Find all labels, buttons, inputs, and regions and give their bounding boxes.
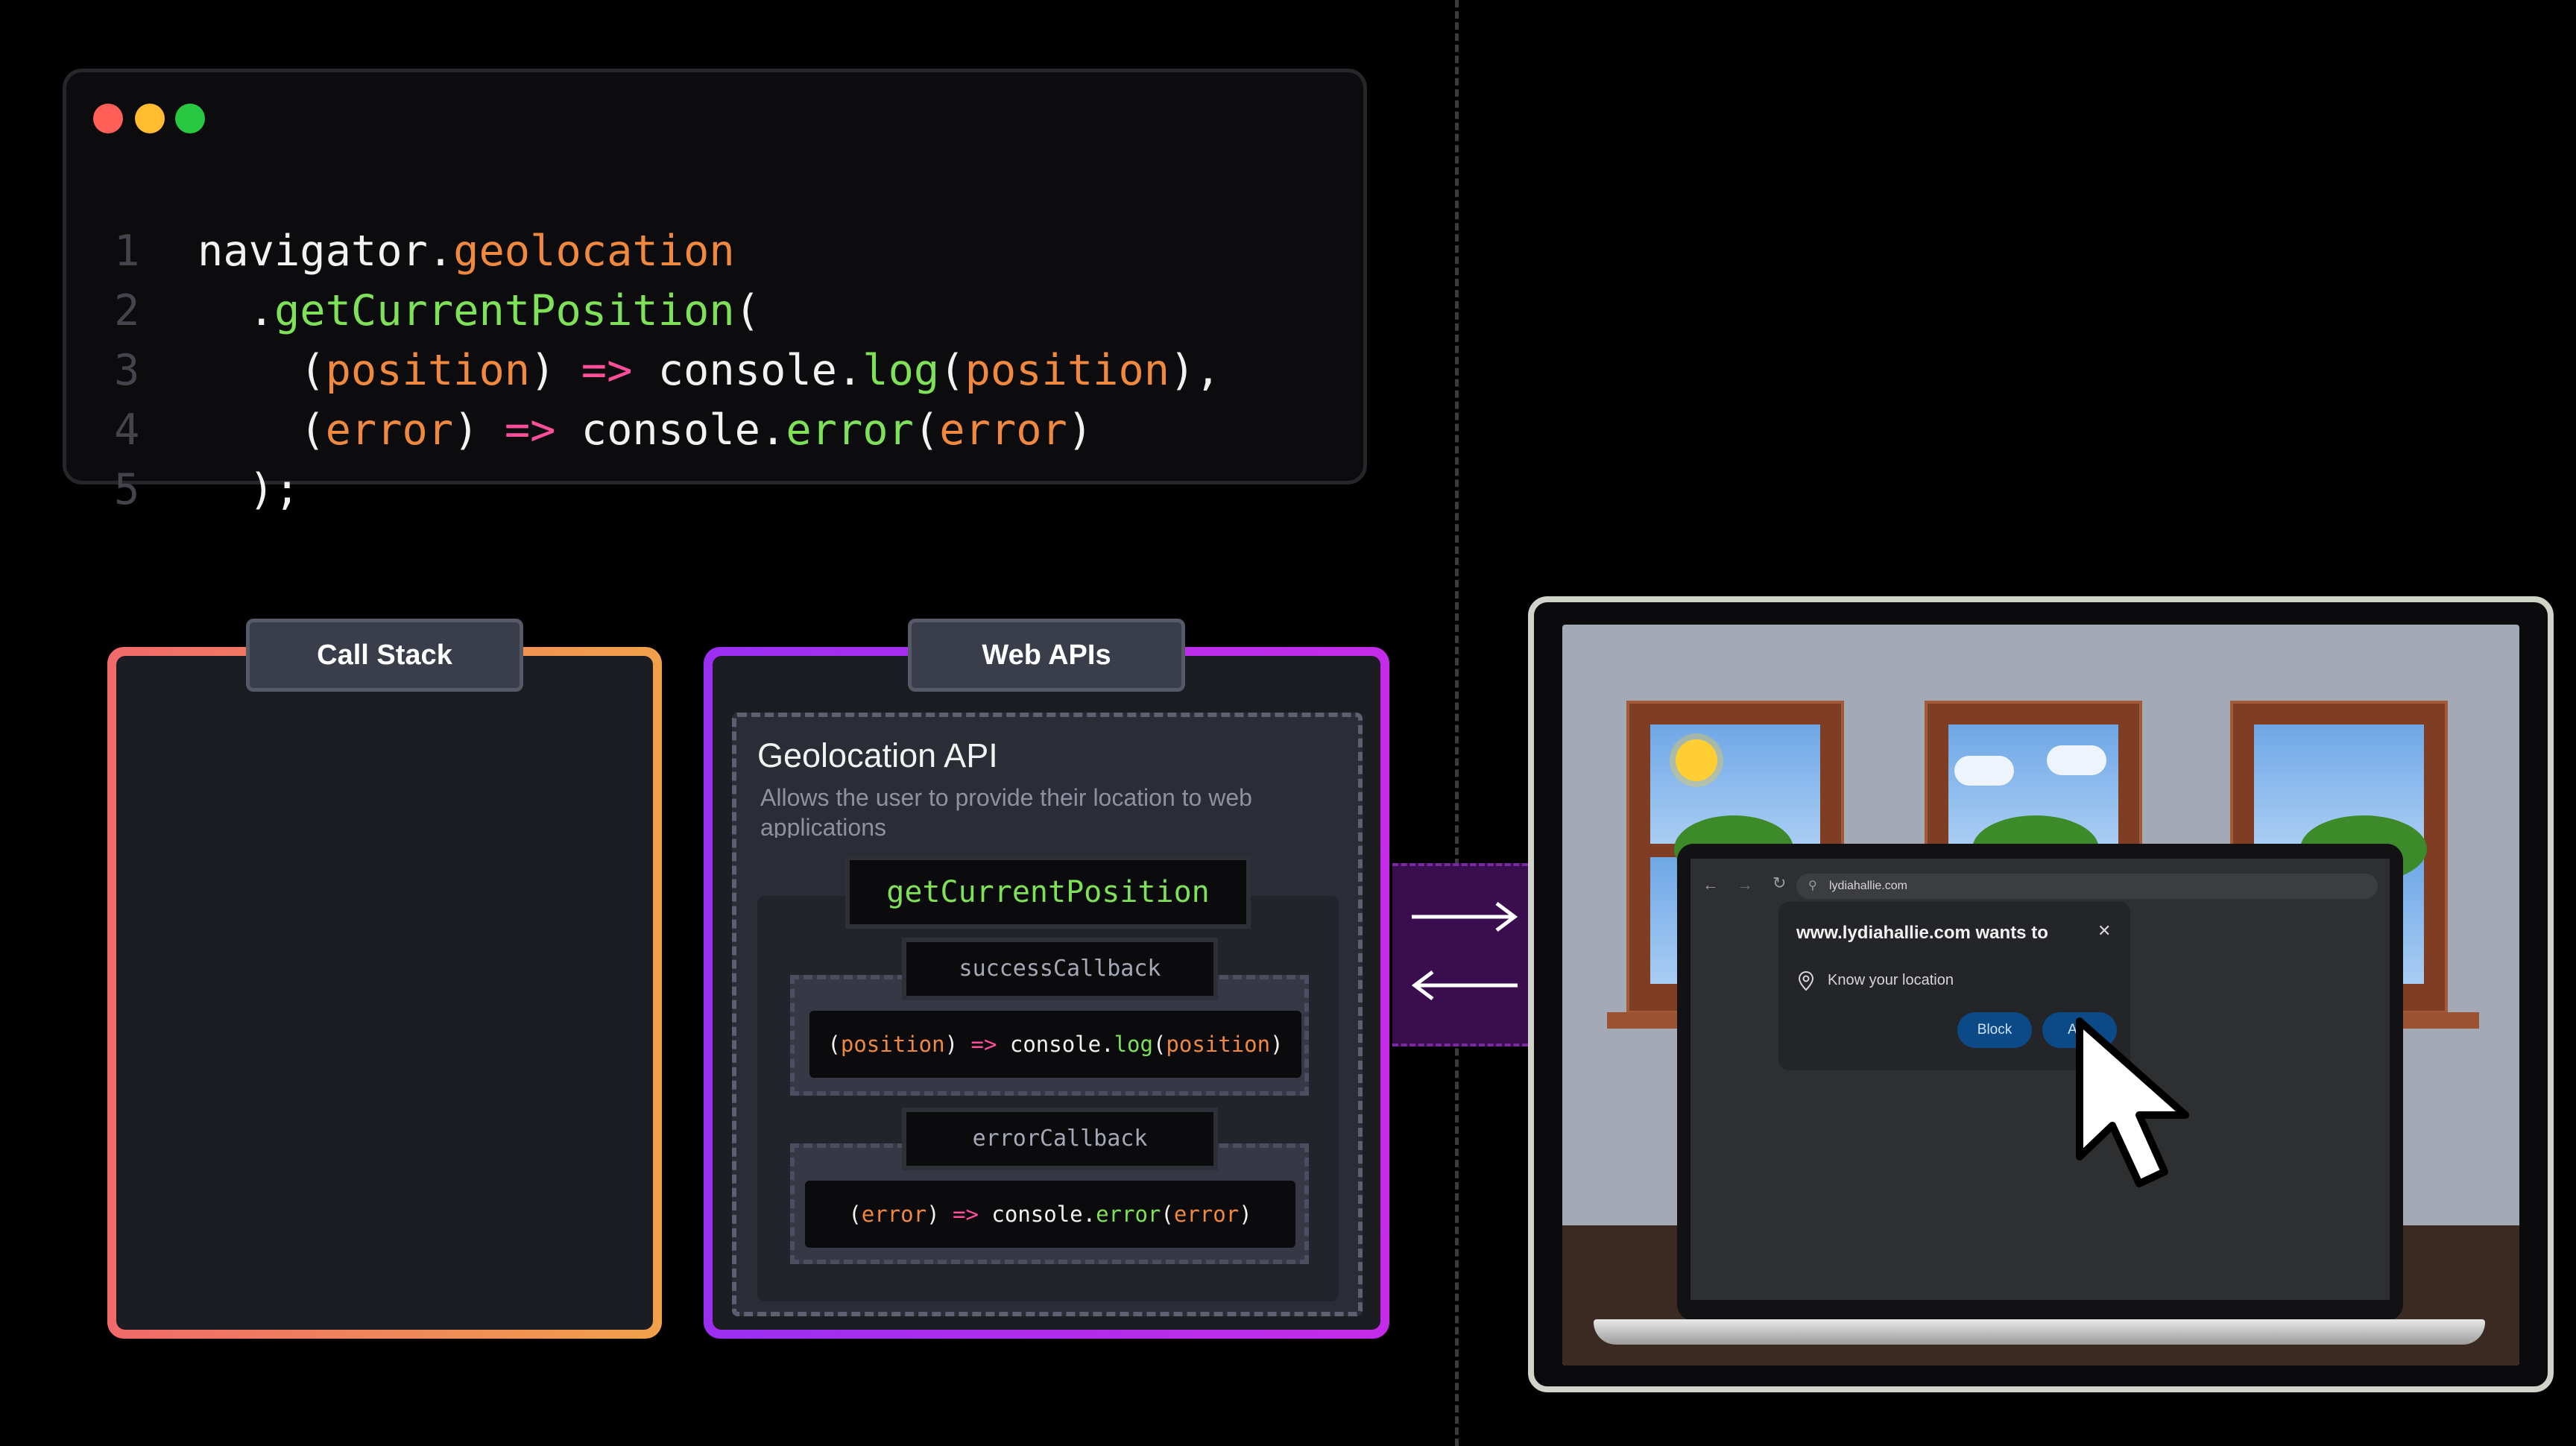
code-token: error	[1096, 1202, 1161, 1227]
code-token: )	[944, 1032, 971, 1057]
code-token: console.	[978, 1202, 1096, 1227]
code-token: console.	[997, 1032, 1114, 1057]
location-pin-icon	[1798, 970, 1814, 991]
code-token: ),	[1169, 346, 1221, 395]
code-token: console.	[632, 346, 863, 395]
code-token: (	[848, 1202, 862, 1227]
reload-icon[interactable]: ↻	[1772, 874, 1786, 893]
sun-icon	[1676, 739, 1717, 781]
error-callback-label: errorCallback	[902, 1108, 1218, 1170]
cloud-icon	[1954, 756, 2014, 786]
code-token: =>	[581, 346, 633, 395]
vertical-divider	[1455, 0, 1459, 1446]
url-text: lydiahallie.com	[1829, 880, 1907, 892]
line-number: 2	[114, 286, 140, 335]
code-token: (	[939, 346, 965, 395]
forward-icon[interactable]: →	[1737, 875, 1753, 894]
code-token: =>	[970, 1032, 997, 1057]
code-token: )	[1270, 1032, 1284, 1057]
code-token: (	[198, 346, 326, 395]
code-token: log	[1114, 1032, 1153, 1057]
cloud-icon	[2047, 745, 2106, 775]
success-callback-code: (position) => console.log(position)	[809, 1011, 1301, 1078]
code-line: 2 .getCurrentPosition(	[66, 281, 760, 341]
web-apis-title: Web APIs	[908, 619, 1185, 692]
code-token: (	[734, 286, 760, 335]
code-line: 1 navigator.geolocation	[66, 221, 735, 281]
code-token: log	[862, 346, 940, 395]
code-token: geolocation	[453, 227, 735, 276]
close-icon[interactable]: ✕	[2097, 921, 2111, 941]
minimize-window-dot[interactable]	[135, 104, 165, 133]
code-line: 4 (error) => console.error(error)	[66, 400, 1093, 460]
arrow-right-icon	[1412, 902, 1518, 932]
code-editor: 1 navigator.geolocation 2 .getCurrentPosit…	[63, 69, 1367, 514]
block-button[interactable]: Block	[1957, 1012, 2032, 1048]
code-token: (	[1152, 1032, 1167, 1057]
code-token: (	[198, 405, 326, 455]
code-token: )	[1067, 405, 1093, 455]
close-window-dot[interactable]	[93, 104, 123, 133]
code-line: 5 );	[66, 460, 300, 520]
call-stack-panel	[107, 647, 662, 1339]
code-token: position	[325, 346, 531, 395]
code-token: (	[1161, 1202, 1174, 1227]
code-token: )	[926, 1202, 953, 1227]
code-token: )	[1239, 1202, 1252, 1227]
back-icon[interactable]: ←	[1702, 875, 1719, 894]
code-token: position	[840, 1032, 945, 1057]
code-token: position	[965, 346, 1170, 395]
popup-title: www.lydiahallie.com wants to	[1796, 923, 2048, 943]
code-token: (	[913, 405, 940, 455]
line-number: 4	[114, 405, 140, 455]
code-token: =>	[953, 1202, 979, 1227]
code-token: .	[198, 286, 274, 335]
method-label: getCurrentPosition	[845, 856, 1251, 929]
arrow-left-icon	[1411, 970, 1518, 1000]
address-bar[interactable]: ⚲ lydiahallie.com	[1796, 874, 2378, 899]
api-title: Geolocation API	[757, 736, 998, 774]
code-token: (	[827, 1032, 841, 1057]
code-token: console.	[555, 405, 786, 455]
code-line: 3 (position) => console.log(position),	[66, 341, 1221, 400]
code-token: error	[325, 405, 454, 455]
code-token: error	[786, 405, 914, 455]
code-token: )	[453, 405, 505, 455]
line-number: 3	[114, 346, 140, 395]
code-token: );	[198, 465, 300, 514]
bridge-arrows	[1411, 902, 1518, 1000]
code-token: )	[530, 346, 581, 395]
code-token: =>	[504, 405, 556, 455]
api-description: Allows the user to provide their locatio…	[760, 784, 1252, 838]
error-callback-code: (error) => console.error(error)	[805, 1181, 1295, 1248]
mouse-cursor-icon	[2076, 1017, 2189, 1187]
code-token: error	[861, 1202, 927, 1227]
laptop-base	[1594, 1319, 2485, 1345]
code-token: error	[939, 405, 1067, 455]
maximize-window-dot[interactable]	[175, 104, 205, 133]
permission-text: Know your location	[1828, 972, 1954, 988]
site-info-icon[interactable]: ⚲	[1808, 878, 1817, 893]
success-callback-label: successCallback	[902, 938, 1218, 1000]
line-number: 1	[114, 227, 140, 276]
line-number: 5	[114, 465, 140, 514]
code-token: navigator.	[198, 227, 454, 276]
code-token: getCurrentPosition	[274, 286, 735, 335]
code-token: position	[1166, 1032, 1271, 1057]
code-token: error	[1173, 1202, 1240, 1227]
call-stack-title: Call Stack	[246, 619, 523, 692]
